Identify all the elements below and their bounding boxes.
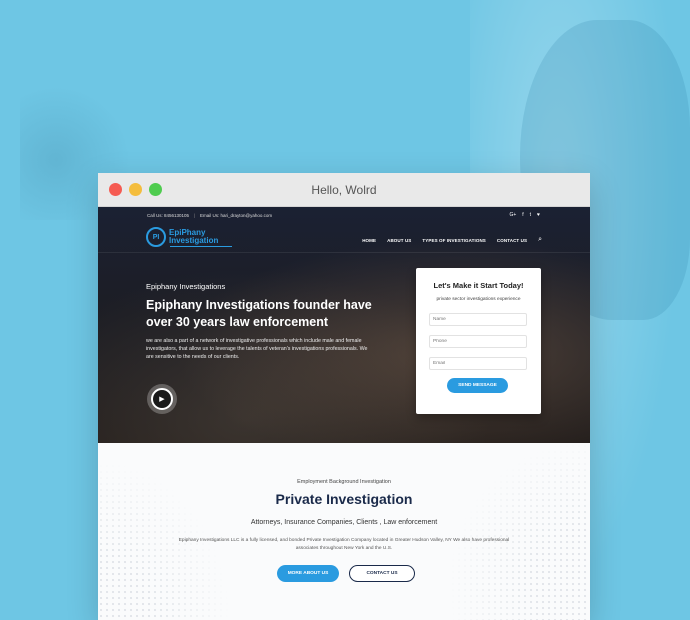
section-subtitle: Attorneys, Insurance Companies, Clients … [250,519,438,526]
hero-description: we are also a part of a network of inves… [146,338,368,360]
form-subtitle: private sector investigations experience [436,297,521,302]
nav-item-home[interactable]: HOME [362,238,376,243]
section-kicker: Employment Background Investigation [297,479,391,485]
contact-form-card: Let's Make it Start Today! private secto… [416,268,541,414]
logo-mark: PI [146,227,166,247]
name-field[interactable] [429,313,527,326]
nav-item-about-us[interactable]: ABOUT US [387,238,411,243]
title-bar: Hello, Wolrd [98,173,590,207]
top-info-bar: Call Us: 8456130105 | Email Us: hari_dra… [98,207,590,223]
phone-text: Call Us: 8456130105 [147,213,190,218]
email-text: Email Us: hari_drayton@yahoo.com [200,213,273,218]
logo-text: EpiPhany Investigation [169,229,218,245]
more-about-us-button[interactable]: MORE ABOUT US [277,565,339,582]
main-nav: HOME ABOUT US TYPES OF INVESTIGATIONS CO… [362,236,542,244]
hero-kicker: Epiphany Investigations [146,282,226,291]
form-title: Let's Make it Start Today! [433,281,524,290]
dot-pattern-right [450,443,590,620]
site-logo[interactable]: PI EpiPhany Investigation [146,226,232,248]
browser-window: Hello, Wolrd Call Us: 8456130105 | Email… [98,173,590,620]
hero-section: Call Us: 8456130105 | Email Us: hari_dra… [98,207,590,443]
play-video-button[interactable]: ▶ [147,384,177,414]
nav-item-contact-us[interactable]: CONTACT US [497,238,527,243]
search-icon[interactable]: ⌕ [538,236,542,244]
email-field[interactable] [429,357,527,370]
social-links: G+ f t ♥ [509,212,540,218]
contact-us-button[interactable]: CONTACT US [349,565,415,582]
send-message-button[interactable]: SEND MESSAGE [447,378,508,393]
section-description: Epiphany Investigations LLC is a fully l… [178,538,510,551]
heart-icon[interactable]: ♥ [537,212,540,218]
hero-title: Epiphany Investigations founder have ove… [146,298,372,329]
facebook-icon[interactable]: f [522,212,523,218]
twitter-icon[interactable]: t [530,212,531,218]
play-icon: ▶ [151,388,173,410]
navbar: PI EpiPhany Investigation HOME ABOUT US … [98,223,590,253]
phone-field[interactable] [429,335,527,348]
section-title: Private Investigation [275,491,413,507]
logo-underline [170,246,232,247]
nav-item-types-of-investigations[interactable]: TYPES OF INVESTIGATIONS [422,238,485,243]
google-plus-icon[interactable]: G+ [509,212,516,218]
separator: | [194,213,196,218]
window-title: Hello, Wolrd [311,183,377,197]
logo-line-2: Investigation [169,236,219,245]
content-section: Employment Background Investigation Priv… [98,443,590,620]
